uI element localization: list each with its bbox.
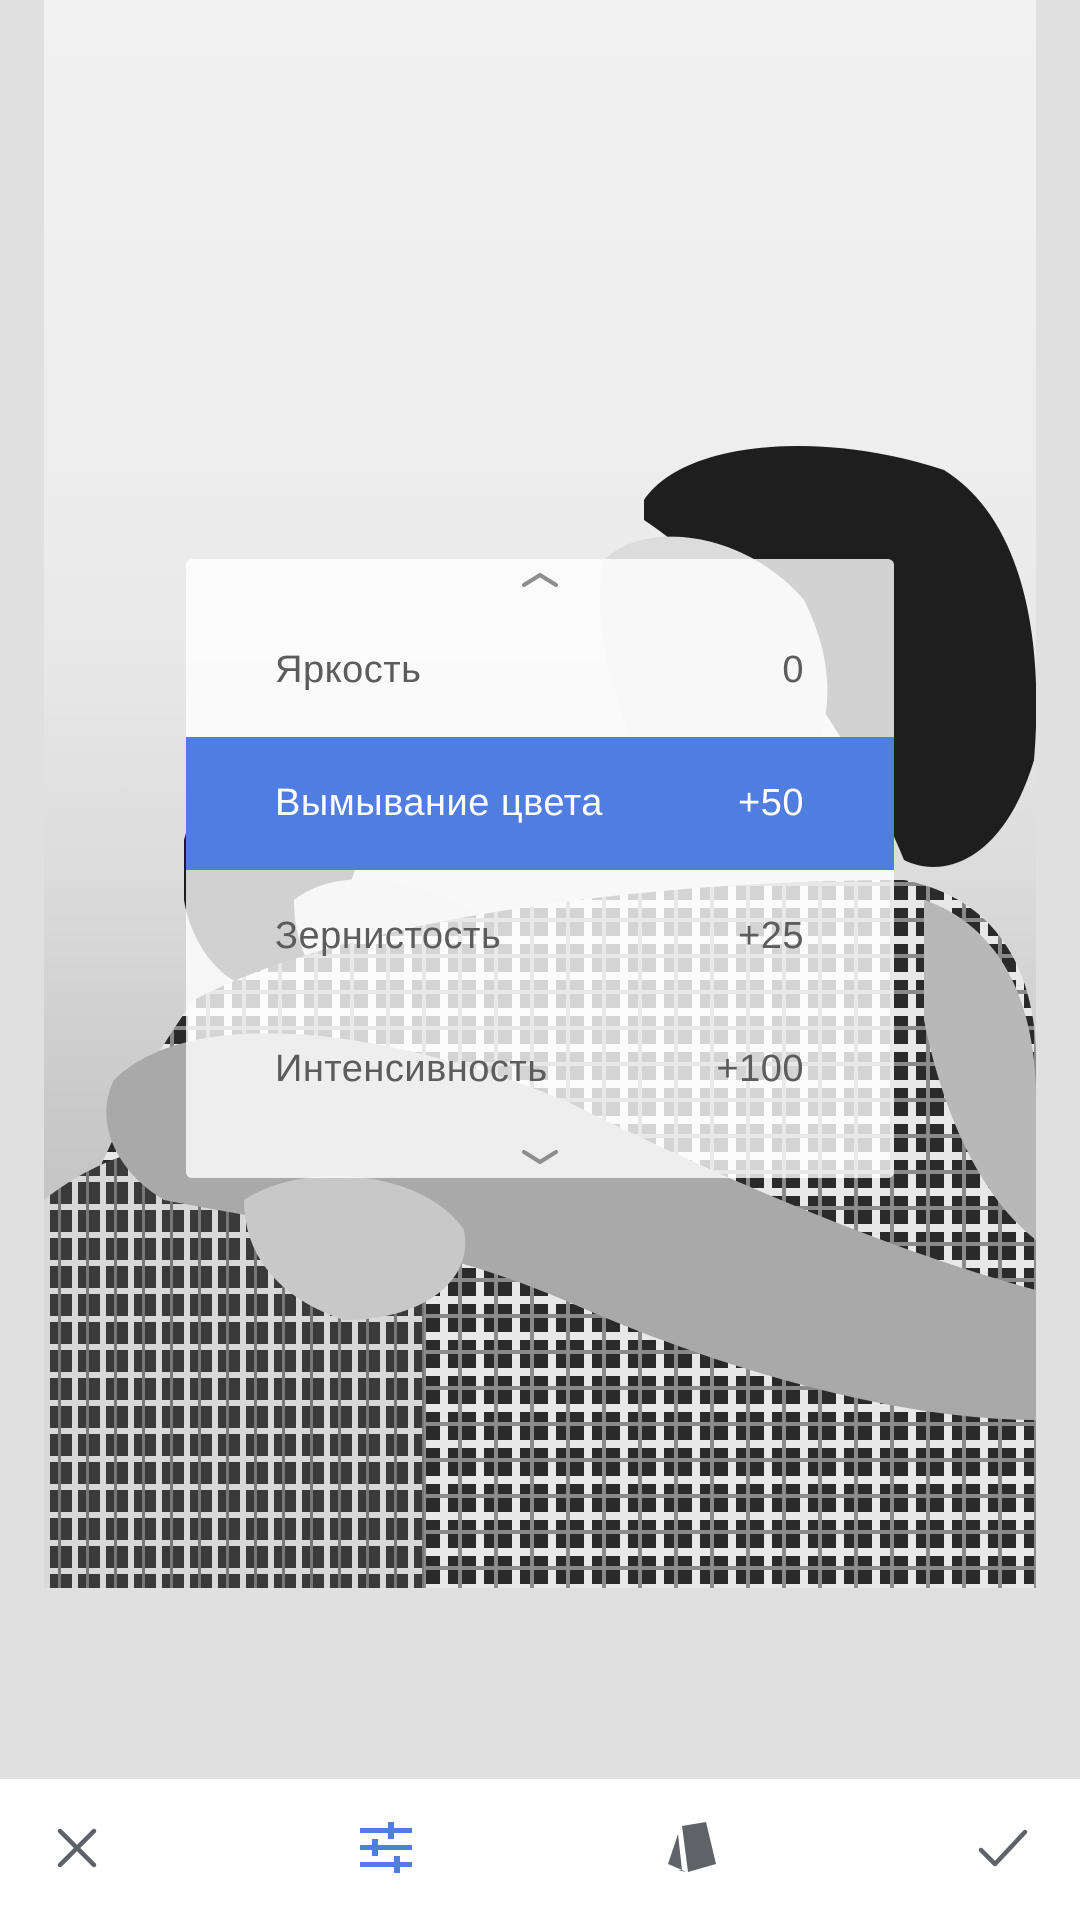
checkmark-icon	[978, 1829, 1028, 1867]
close-icon	[57, 1828, 97, 1868]
adjust-item-value: +25	[738, 915, 804, 957]
adjust-item-label: Интенсивность	[275, 1048, 548, 1090]
adjust-item-value: +100	[716, 1048, 804, 1090]
adjust-item-value: +50	[738, 782, 804, 824]
chevron-down-icon	[510, 1142, 570, 1172]
styles-button[interactable]	[657, 1813, 727, 1883]
bottom-toolbar	[0, 1779, 1080, 1920]
tune-button[interactable]	[351, 1813, 421, 1883]
tune-icon	[360, 1822, 412, 1873]
chevron-up-icon	[510, 565, 570, 595]
styles-icon	[668, 1822, 716, 1872]
adjust-item-label: Зернистость	[275, 915, 502, 957]
adjust-item-value: 0	[782, 649, 804, 691]
adjust-item-brightness[interactable]: Яркость 0	[186, 604, 894, 737]
adjust-item-intensity[interactable]: Интенсивность +100	[186, 1003, 894, 1136]
adjust-item-label: Яркость	[275, 649, 422, 691]
apply-button[interactable]	[968, 1813, 1038, 1883]
cancel-button[interactable]	[42, 1813, 112, 1883]
adjust-item-label: Вымывание цвета	[275, 782, 603, 824]
adjust-item-fade[interactable]: Вымывание цвета +50	[186, 737, 894, 870]
adjust-item-grain[interactable]: Зернистость +25	[186, 870, 894, 1003]
editor-screen: Яркость 0 Вымывание цвета +50 Зернистост…	[0, 0, 1080, 1920]
adjustment-menu: Яркость 0 Вымывание цвета +50 Зернистост…	[186, 559, 894, 1178]
